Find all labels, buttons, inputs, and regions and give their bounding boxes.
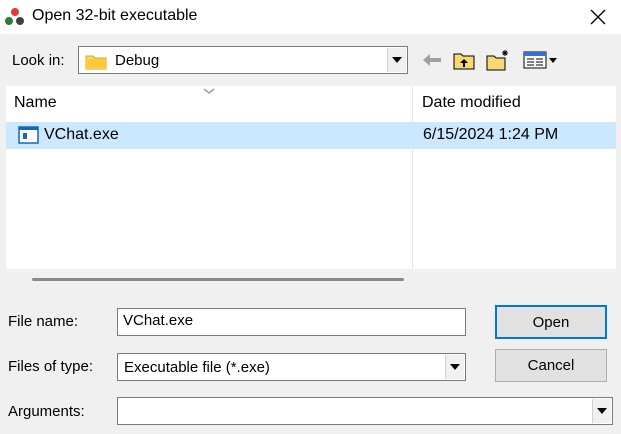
column-header-date-modified[interactable]: Date modified [422, 94, 521, 112]
back-arrow-icon [423, 54, 441, 66]
view-menu-icon [523, 51, 557, 69]
file-name-cell: VChat.exe [44, 126, 119, 143]
close-icon [590, 9, 606, 25]
arguments-dropdown-button[interactable] [592, 399, 611, 423]
up-folder-icon [453, 53, 475, 70]
file-name-label: File name: [8, 313, 79, 330]
new-folder-icon [486, 50, 508, 71]
file-name-value: VChat.exe [123, 312, 194, 329]
file-date-cell: 6/15/2024 1:24 PM [423, 126, 559, 143]
window-title: Open 32-bit executable [32, 7, 198, 24]
app-icon [5, 8, 24, 25]
arguments-input[interactable] [117, 397, 613, 425]
file-list[interactable]: Name Date modified VChat.exe 6/15/2024 1… [6, 86, 616, 269]
arguments-label: Arguments: [8, 403, 85, 420]
chevron-down-icon [450, 364, 460, 370]
file-name-input[interactable]: VChat.exe [117, 308, 466, 336]
column-header-name[interactable]: Name [14, 94, 57, 112]
title-bar: Open 32-bit executable [0, 0, 621, 34]
column-divider [412, 86, 413, 269]
chevron-down-icon [597, 408, 607, 414]
files-of-type-dropdown[interactable]: Executable file (*.exe) [117, 353, 466, 381]
folder-icon [85, 55, 107, 70]
chevron-down-icon [392, 57, 402, 63]
file-row[interactable]: VChat.exe 6/15/2024 1:24 PM [6, 122, 616, 149]
open-button[interactable]: Open [495, 305, 607, 339]
files-of-type-dropdown-button[interactable] [445, 355, 464, 379]
up-folder-button[interactable] [451, 47, 477, 73]
look-in-dropdown[interactable]: Debug [78, 46, 408, 74]
new-folder-button[interactable] [485, 47, 511, 73]
close-button[interactable] [575, 0, 621, 34]
look-in-dropdown-button[interactable] [387, 48, 406, 72]
look-in-label: Look in: [12, 52, 65, 69]
cancel-button[interactable]: Cancel [495, 349, 607, 382]
files-of-type-label: Files of type: [8, 358, 94, 375]
look-in-value: Debug [115, 52, 160, 69]
sort-chevron-icon [203, 88, 215, 94]
horizontal-scrollbar[interactable] [32, 278, 404, 281]
back-button[interactable] [419, 47, 445, 73]
files-of-type-value: Executable file (*.exe) [124, 359, 270, 376]
exe-file-icon [18, 126, 39, 144]
view-menu-button[interactable] [521, 47, 561, 73]
